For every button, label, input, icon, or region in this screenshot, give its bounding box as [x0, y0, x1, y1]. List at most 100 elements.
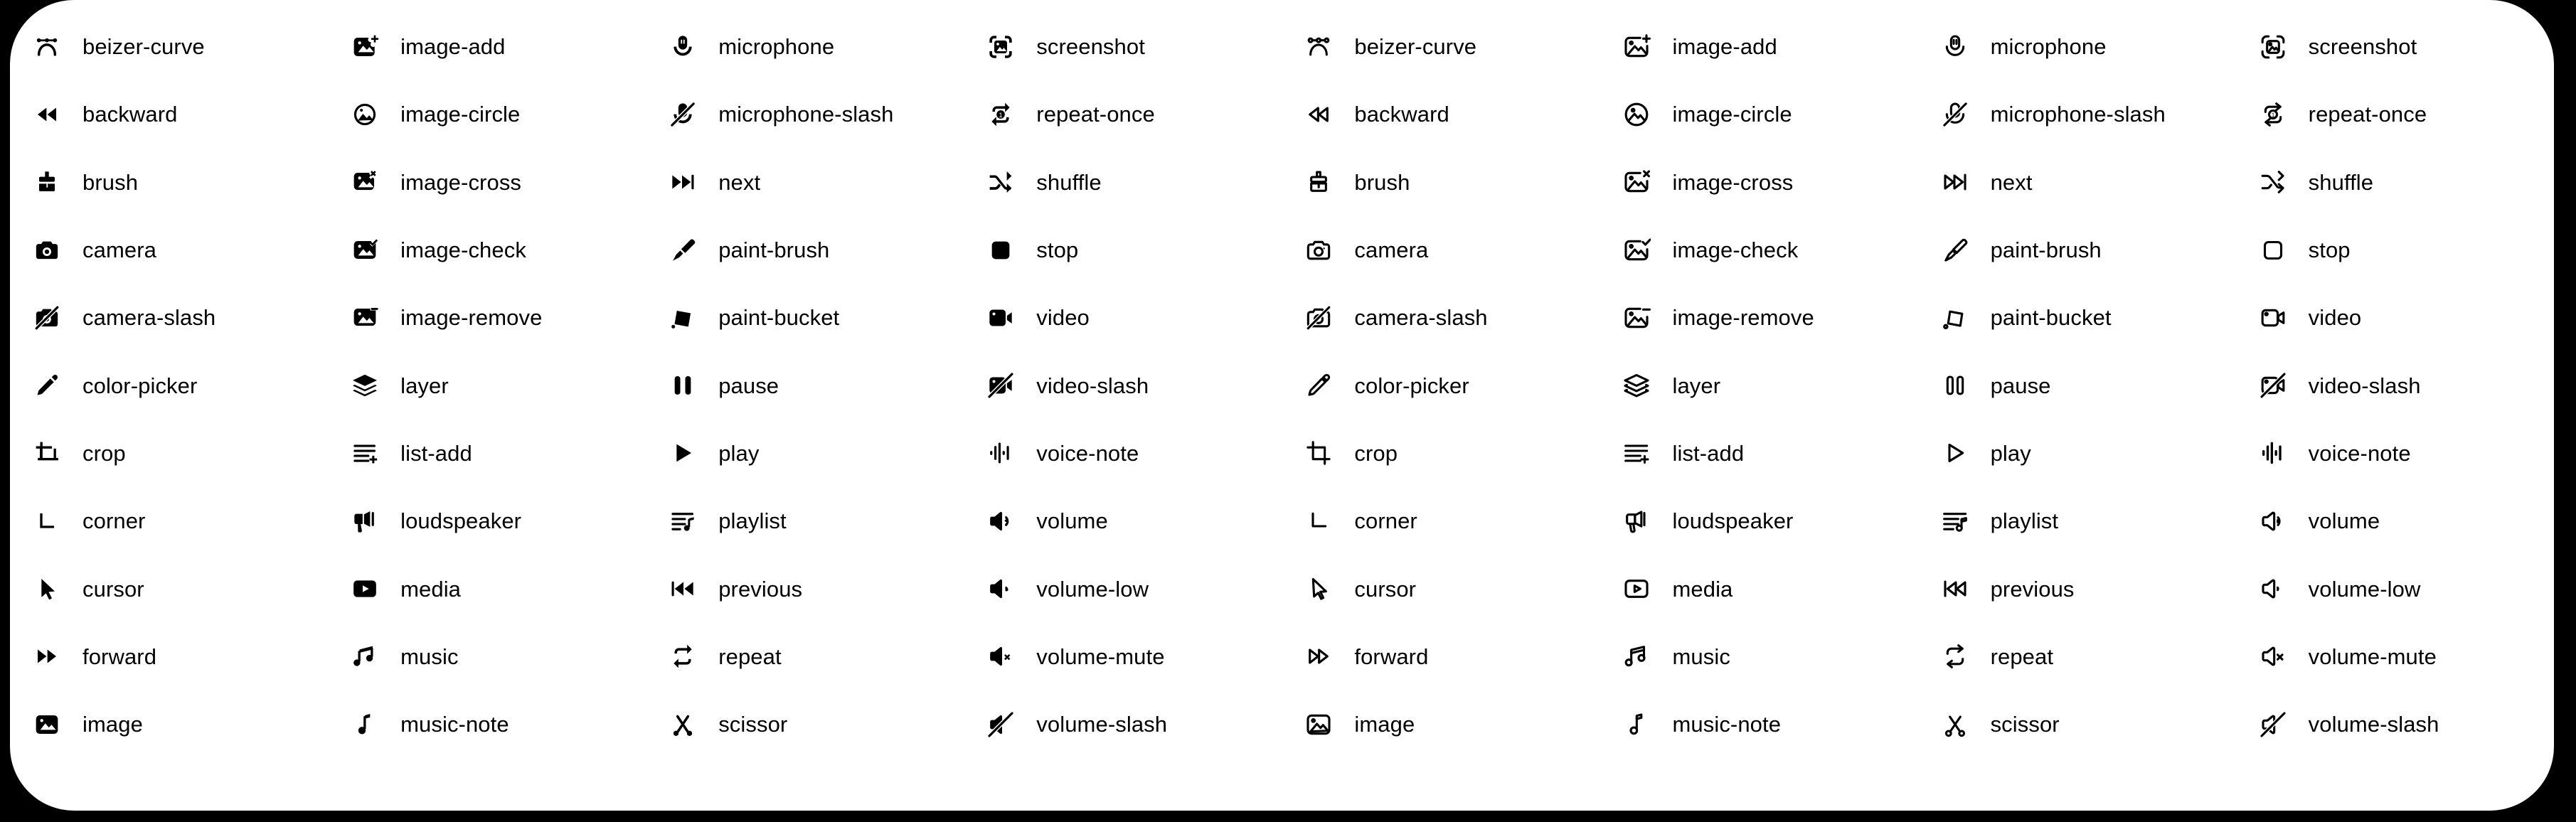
icon-entry-play-filled[interactable]: play	[646, 420, 964, 487]
icon-entry-stop-filled[interactable]: stop	[964, 216, 1282, 284]
icon-entry-shuffle-filled[interactable]: shuffle	[964, 149, 1282, 216]
icon-entry-cursor-outline[interactable]: cursor	[1282, 555, 1600, 622]
icon-entry-microphone-slash-outline[interactable]: microphone-slash	[1918, 80, 2236, 148]
icon-entry-repeat-filled[interactable]: repeat	[646, 623, 964, 690]
icon-entry-screenshot-filled[interactable]: screenshot	[964, 13, 1282, 80]
icon-entry-video-outline[interactable]: video	[2236, 284, 2554, 351]
icon-entry-volume-mute-outline[interactable]: volume-mute	[2236, 623, 2554, 690]
icon-entry-image-add-outline[interactable]: image-add	[1600, 13, 1917, 80]
icon-label: crop	[83, 440, 126, 466]
icon-entry-corner-filled[interactable]: corner	[10, 487, 328, 555]
icon-entry-pause-filled[interactable]: pause	[646, 351, 964, 419]
brush-icon	[28, 164, 65, 201]
icon-entry-play-outline[interactable]: play	[1918, 420, 2236, 487]
icon-entry-image-cross-filled[interactable]: image-cross	[328, 149, 646, 216]
icon-entry-paint-bucket-outline[interactable]: paint-bucket	[1918, 284, 2236, 351]
icon-entry-camera-outline[interactable]: camera	[1282, 216, 1600, 284]
voice-note-icon	[982, 434, 1019, 471]
icon-entry-next-outline[interactable]: next	[1918, 149, 2236, 216]
icon-entry-crop-filled[interactable]: crop	[10, 420, 328, 487]
icon-entry-volume-mute-filled[interactable]: volume-mute	[964, 623, 1282, 690]
next-icon	[664, 164, 701, 201]
icon-entry-corner-outline[interactable]: corner	[1282, 487, 1600, 555]
music-note-icon	[346, 706, 383, 743]
icon-entry-camera-filled[interactable]: camera	[10, 216, 328, 284]
icon-entry-microphone-slash-filled[interactable]: microphone-slash	[646, 80, 964, 148]
icon-entry-volume-low-filled[interactable]: volume-low	[964, 555, 1282, 622]
icon-entry-layer-filled[interactable]: layer	[328, 351, 646, 419]
icon-entry-beizer-curve-outline[interactable]: beizer-curve	[1282, 13, 1600, 80]
icon-entry-previous-outline[interactable]: previous	[1918, 555, 2236, 622]
icon-entry-brush-filled[interactable]: brush	[10, 149, 328, 216]
icon-entry-next-filled[interactable]: next	[646, 149, 964, 216]
volume-mute-icon	[2255, 638, 2292, 675]
icon-entry-volume-slash-filled[interactable]: volume-slash	[964, 690, 1282, 758]
icon-label: image	[83, 712, 143, 737]
icon-entry-music-note-filled[interactable]: music-note	[328, 690, 646, 758]
icon-entry-volume-filled[interactable]: volume	[964, 487, 1282, 555]
icon-entry-playlist-filled[interactable]: playlist	[646, 487, 964, 555]
icon-entry-repeat-once-outline[interactable]: 1 repeat-once	[2236, 80, 2554, 148]
icon-entry-voice-note-filled[interactable]: voice-note	[964, 420, 1282, 487]
icon-label: brush	[1354, 169, 1410, 195]
play-icon	[1937, 434, 1974, 471]
icon-entry-forward-filled[interactable]: forward	[10, 623, 328, 690]
icon-entry-volume-slash-outline[interactable]: volume-slash	[2236, 690, 2554, 758]
icon-entry-layer-outline[interactable]: layer	[1600, 351, 1917, 419]
icon-entry-camera-slash-outline[interactable]: camera-slash	[1282, 284, 1600, 351]
icon-entry-crop-outline[interactable]: crop	[1282, 420, 1600, 487]
icon-entry-color-picker-filled[interactable]: color-picker	[10, 351, 328, 419]
icon-entry-stop-outline[interactable]: stop	[2236, 216, 2554, 284]
forward-icon	[28, 638, 65, 675]
icon-entry-music-outline[interactable]: music	[1600, 623, 1917, 690]
icon-entry-scissor-filled[interactable]: scissor	[646, 690, 964, 758]
icon-entry-video-filled[interactable]: video	[964, 284, 1282, 351]
icon-entry-backward-filled[interactable]: backward	[10, 80, 328, 148]
icon-entry-image-circle-filled[interactable]: image-circle	[328, 80, 646, 148]
icon-entry-list-add-filled[interactable]: list-add	[328, 420, 646, 487]
icon-entry-image-check-outline[interactable]: image-check	[1600, 216, 1917, 284]
icon-entry-media-outline[interactable]: media	[1600, 555, 1917, 622]
icon-entry-image-outline[interactable]: image	[1282, 690, 1600, 758]
icon-label: screenshot	[2308, 34, 2417, 60]
icon-entry-brush-outline[interactable]: brush	[1282, 149, 1600, 216]
icon-entry-microphone-outline[interactable]: microphone	[1918, 13, 2236, 80]
icon-entry-image-circle-outline[interactable]: image-circle	[1600, 80, 1917, 148]
icon-entry-image-remove-outline[interactable]: image-remove	[1600, 284, 1917, 351]
icon-entry-paint-brush-outline[interactable]: paint-brush	[1918, 216, 2236, 284]
icon-entry-paint-bucket-filled[interactable]: paint-bucket	[646, 284, 964, 351]
icon-entry-video-slash-filled[interactable]: video-slash	[964, 351, 1282, 419]
icon-entry-beizer-curve-filled[interactable]: beizer-curve	[10, 13, 328, 80]
icon-entry-repeat-outline[interactable]: repeat	[1918, 623, 2236, 690]
icon-entry-image-cross-outline[interactable]: image-cross	[1600, 149, 1917, 216]
icon-entry-loudspeaker-outline[interactable]: loudspeaker	[1600, 487, 1917, 555]
icon-entry-image-remove-filled[interactable]: image-remove	[328, 284, 646, 351]
icon-entry-microphone-filled[interactable]: microphone	[646, 13, 964, 80]
icon-entry-volume-low-outline[interactable]: volume-low	[2236, 555, 2554, 622]
icon-entry-screenshot-outline[interactable]: screenshot	[2236, 13, 2554, 80]
icon-entry-shuffle-outline[interactable]: shuffle	[2236, 149, 2554, 216]
icon-entry-video-slash-outline[interactable]: video-slash	[2236, 351, 2554, 419]
icon-entry-backward-outline[interactable]: backward	[1282, 80, 1600, 148]
icon-entry-color-picker-outline[interactable]: color-picker	[1282, 351, 1600, 419]
icon-entry-paint-brush-filled[interactable]: paint-brush	[646, 216, 964, 284]
icon-entry-previous-filled[interactable]: previous	[646, 555, 964, 622]
icon-entry-loudspeaker-filled[interactable]: loudspeaker	[328, 487, 646, 555]
icon-entry-repeat-once-filled[interactable]: 1 repeat-once	[964, 80, 1282, 148]
icon-entry-scissor-outline[interactable]: scissor	[1918, 690, 2236, 758]
icon-entry-image-filled[interactable]: image	[10, 690, 328, 758]
icon-entry-image-check-filled[interactable]: image-check	[328, 216, 646, 284]
scissor-icon	[664, 706, 701, 743]
icon-entry-pause-outline[interactable]: pause	[1918, 351, 2236, 419]
icon-entry-music-filled[interactable]: music	[328, 623, 646, 690]
icon-entry-volume-outline[interactable]: volume	[2236, 487, 2554, 555]
icon-entry-image-add-filled[interactable]: image-add	[328, 13, 646, 80]
icon-entry-list-add-outline[interactable]: list-add	[1600, 420, 1917, 487]
icon-entry-playlist-outline[interactable]: playlist	[1918, 487, 2236, 555]
icon-entry-cursor-filled[interactable]: cursor	[10, 555, 328, 622]
icon-entry-forward-outline[interactable]: forward	[1282, 623, 1600, 690]
icon-entry-voice-note-outline[interactable]: voice-note	[2236, 420, 2554, 487]
icon-entry-camera-slash-filled[interactable]: camera-slash	[10, 284, 328, 351]
icon-entry-media-filled[interactable]: media	[328, 555, 646, 622]
icon-entry-music-note-outline[interactable]: music-note	[1600, 690, 1917, 758]
